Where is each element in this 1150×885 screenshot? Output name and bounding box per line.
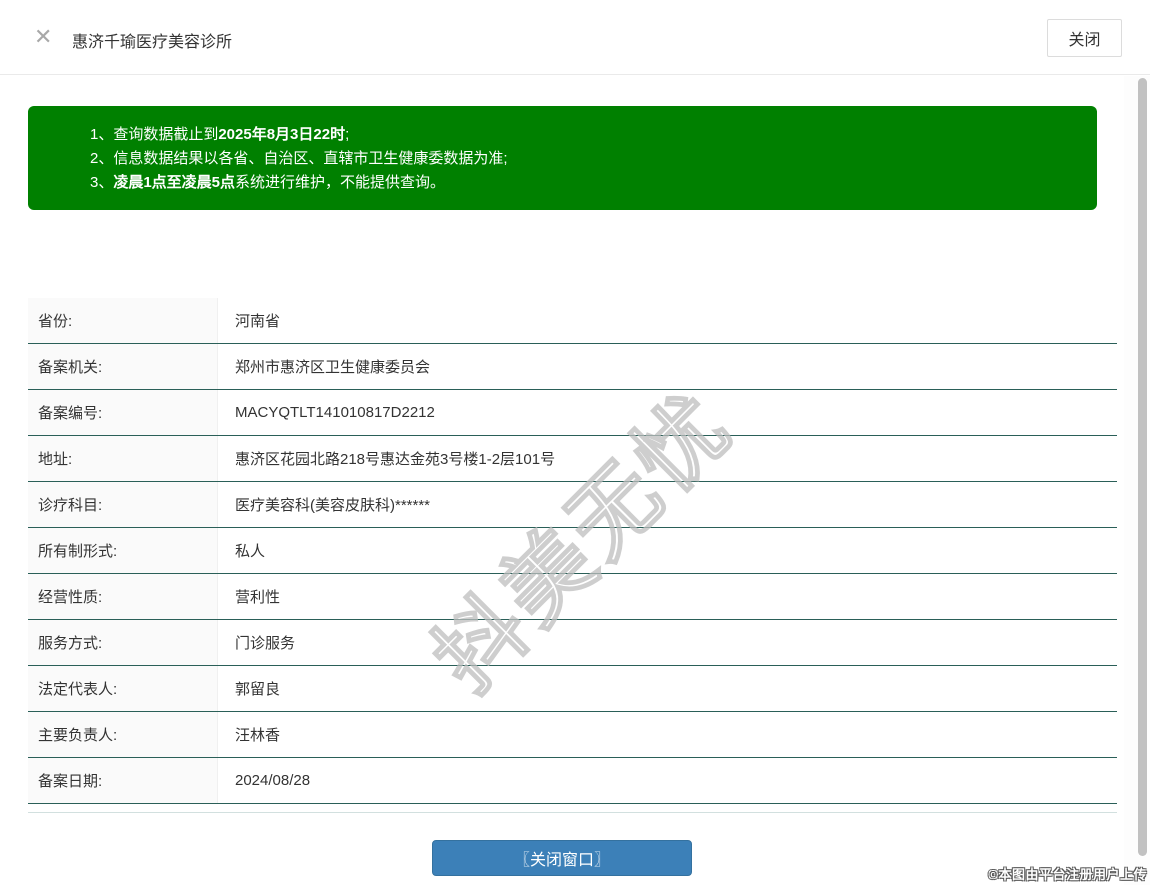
scrollbar-track[interactable] <box>1124 76 1150 885</box>
row-label: 法定代表人: <box>28 666 218 711</box>
notice-text-bold: 凌晨1点至凌晨5点 <box>113 174 236 191</box>
table-row: 诊疗科目: 医疗美容科(美容皮肤科)****** <box>28 482 1117 528</box>
notice-text: ; <box>345 126 350 143</box>
close-button[interactable]: 关闭 <box>1047 19 1122 57</box>
row-label: 地址: <box>28 436 218 481</box>
row-label: 省份: <box>28 298 218 343</box>
row-value: 医疗美容科(美容皮肤科)****** <box>235 497 431 514</box>
row-label: 所有制形式: <box>28 528 218 573</box>
close-x-icon[interactable]: ✕ <box>34 26 52 48</box>
table-row: 服务方式: 门诊服务 <box>28 620 1117 666</box>
notice-line-3: 3、凌晨1点至凌晨5点系统进行维护，不能提供查询。 <box>90 171 1077 195</box>
row-label: 主要负责人: <box>28 712 218 757</box>
notice-box: 1、查询数据截止到2025年8月3日22时; 2、信息数据结果以各省、自治区、直… <box>28 106 1097 210</box>
row-label: 备案日期: <box>28 758 218 803</box>
scrollbar-thumb[interactable] <box>1138 78 1147 856</box>
row-value: 营利性 <box>235 589 281 606</box>
notice-text: 2、信息数据结果以各省、自治区、直辖市卫生健康委数据为准; <box>90 150 508 167</box>
row-value: 汪林香 <box>235 727 281 744</box>
row-value: 门诊服务 <box>235 635 296 652</box>
notice-text: 1、查询数据截止到 <box>90 126 219 143</box>
notice-text: 系统进行维护，不能提供查询。 <box>235 174 446 191</box>
notice-text: 3、 <box>90 174 114 191</box>
row-label: 诊疗科目: <box>28 482 218 527</box>
row-value: MACYQTLT141010817D2212 <box>235 404 435 421</box>
content-area: 1、查询数据截止到2025年8月3日22时; 2、信息数据结果以各省、自治区、直… <box>0 76 1124 885</box>
header-title: 惠济千瑜医疗美容诊所 <box>72 34 233 51</box>
table-row: 所有制形式: 私人 <box>28 528 1117 574</box>
info-table: 省份: 河南省 备案机关: 郑州市惠济区卫生健康委员会 备案编号: MACYQT… <box>28 298 1117 804</box>
row-value: 2024/08/28 <box>235 772 311 789</box>
row-value: 河南省 <box>235 313 281 330</box>
table-row: 备案日期: 2024/08/28 <box>28 758 1117 804</box>
row-value: 私人 <box>235 543 266 560</box>
row-value: 惠济区花园北路218号惠达金苑3号楼1-2层101号 <box>235 451 556 468</box>
row-label: 经营性质: <box>28 574 218 619</box>
table-underline <box>28 812 1117 813</box>
table-row: 备案机关: 郑州市惠济区卫生健康委员会 <box>28 344 1117 390</box>
table-row: 主要负责人: 汪林香 <box>28 712 1117 758</box>
notice-line-1: 1、查询数据截止到2025年8月3日22时; <box>90 123 1077 147</box>
header-bar: ✕ 惠济千瑜医疗美容诊所 关闭 <box>0 0 1150 75</box>
notice-text-bold: 2025年8月3日22时 <box>218 126 346 143</box>
row-label: 服务方式: <box>28 620 218 665</box>
row-label: 备案机关: <box>28 344 218 389</box>
row-value: 郑州市惠济区卫生健康委员会 <box>235 359 431 376</box>
row-label: 备案编号: <box>28 390 218 435</box>
notice-line-2: 2、信息数据结果以各省、自治区、直辖市卫生健康委数据为准; <box>90 147 1077 171</box>
table-row: 省份: 河南省 <box>28 298 1117 344</box>
table-row: 经营性质: 营利性 <box>28 574 1117 620</box>
copyright-stamp: ©本图由平台注册用户上传 <box>988 867 1147 882</box>
table-row: 地址: 惠济区花园北路218号惠达金苑3号楼1-2层101号 <box>28 436 1117 482</box>
table-row: 备案编号: MACYQTLT141010817D2212 <box>28 390 1117 436</box>
table-row: 法定代表人: 郭留良 <box>28 666 1117 712</box>
row-value: 郭留良 <box>235 681 281 698</box>
close-window-button[interactable]: 〖关闭窗口〗 <box>432 840 692 876</box>
